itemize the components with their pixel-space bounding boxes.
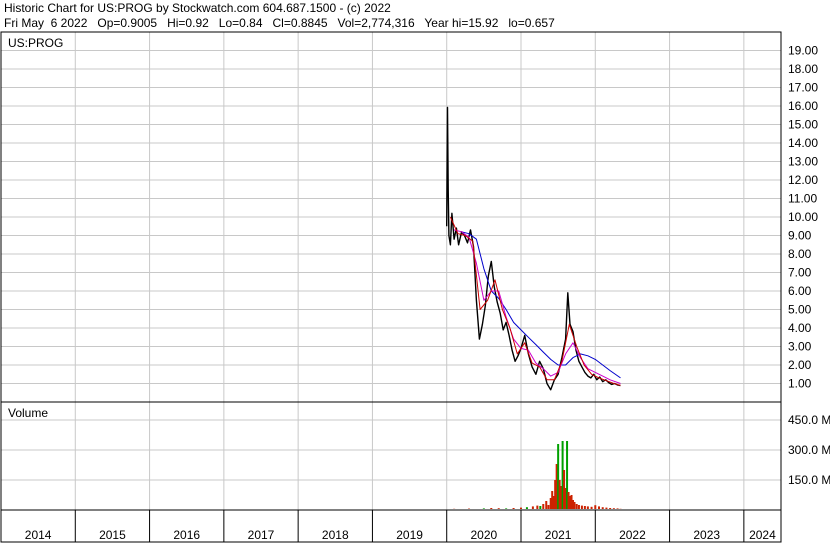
volume-bar bbox=[545, 501, 548, 509]
price-series bbox=[446, 106, 621, 391]
price-tick-label: 17.00 bbox=[788, 81, 818, 95]
year-tick-label: 2020 bbox=[471, 528, 498, 542]
volume-bar bbox=[580, 505, 583, 509]
price-tick-label: 4.00 bbox=[788, 321, 812, 335]
price-tick-label: 10.00 bbox=[788, 210, 818, 224]
price-tick-label: 8.00 bbox=[788, 247, 812, 261]
volume-bar bbox=[490, 508, 493, 509]
volume-panel-frame bbox=[0, 401, 782, 511]
price-tick-label: 16.00 bbox=[788, 99, 818, 113]
price-tick-label: 9.00 bbox=[788, 229, 812, 243]
volume-bar bbox=[547, 505, 550, 509]
volume-bar bbox=[542, 504, 545, 509]
volume-tick-label: 300.0 M bbox=[788, 443, 830, 457]
volume-tick-label: 450.0 M bbox=[788, 413, 830, 427]
price-tick-label: 7.00 bbox=[788, 266, 812, 280]
price-tick-label: 3.00 bbox=[788, 340, 812, 354]
price-panel-title: US:PROG bbox=[8, 36, 63, 50]
price-tick-label: 5.00 bbox=[788, 303, 812, 317]
volume-bar bbox=[577, 505, 580, 509]
volume-bar bbox=[601, 507, 604, 509]
volume-bars bbox=[453, 441, 622, 509]
year-tick-label: 2022 bbox=[619, 528, 646, 542]
volume-bar bbox=[598, 506, 600, 509]
volume-bar bbox=[536, 505, 539, 509]
year-tick-label: 2017 bbox=[248, 528, 275, 542]
volume-bar bbox=[594, 505, 597, 509]
volume-bar bbox=[531, 506, 534, 509]
volume-bar bbox=[512, 508, 515, 509]
price-tick-label: 11.00 bbox=[788, 192, 817, 206]
year-tick-label: 2015 bbox=[99, 528, 126, 542]
year-tick-label: 2019 bbox=[396, 528, 423, 542]
year-tick-label: 2024 bbox=[749, 528, 776, 542]
volume-bar bbox=[575, 504, 578, 509]
volume-axis-labels: 150.0 M 300.0 M 450.0 M bbox=[788, 413, 830, 487]
volume-grid bbox=[0, 402, 781, 510]
year-tick-label: 2023 bbox=[693, 528, 720, 542]
price-tick-label: 13.00 bbox=[788, 155, 818, 169]
volume-panel-title: Volume bbox=[8, 406, 48, 420]
volume-bar bbox=[505, 508, 508, 509]
price-line bbox=[446, 106, 621, 391]
year-axis-labels: 2014 2015 2016 2017 2018 2019 2020 2021 2022 2023… bbox=[0, 510, 776, 542]
price-tick-label: 18.00 bbox=[788, 62, 818, 76]
volume-bar bbox=[590, 506, 593, 509]
volume-bar bbox=[612, 508, 615, 509]
volume-bar bbox=[525, 507, 528, 509]
volume-bar bbox=[583, 506, 586, 509]
volume-bar bbox=[573, 502, 576, 509]
year-tick-label: 2016 bbox=[173, 528, 200, 542]
price-tick-label: 15.00 bbox=[788, 118, 818, 132]
stock-chart: US:PROG Volume 1.00 2.00 3.00 4.00 5.00 6.00 7… bbox=[0, 31, 830, 543]
year-tick-label: 2021 bbox=[545, 528, 572, 542]
volume-bar bbox=[605, 507, 608, 509]
year-tick-label: 2018 bbox=[322, 528, 349, 542]
price-tick-label: 14.00 bbox=[788, 136, 818, 150]
volume-bar bbox=[539, 506, 542, 509]
volume-bar bbox=[586, 506, 589, 509]
year-tick-label: 2014 bbox=[25, 528, 52, 542]
volume-bar bbox=[520, 507, 522, 509]
volume-tick-label: 150.0 M bbox=[788, 473, 830, 487]
price-grid bbox=[0, 32, 781, 402]
price-tick-label: 19.00 bbox=[788, 44, 818, 58]
price-tick-label: 2.00 bbox=[788, 358, 812, 372]
volume-bar bbox=[482, 508, 485, 509]
price-tick-label: 12.00 bbox=[788, 173, 818, 187]
price-tick-label: 6.00 bbox=[788, 284, 812, 298]
volume-bar bbox=[616, 508, 619, 509]
volume-bar bbox=[497, 508, 500, 509]
volume-bar bbox=[609, 508, 612, 509]
price-axis-labels: 1.00 2.00 3.00 4.00 5.00 6.00 7.00 8.00 9.00 10.0… bbox=[788, 44, 818, 391]
price-tick-label: 1.00 bbox=[788, 377, 812, 391]
